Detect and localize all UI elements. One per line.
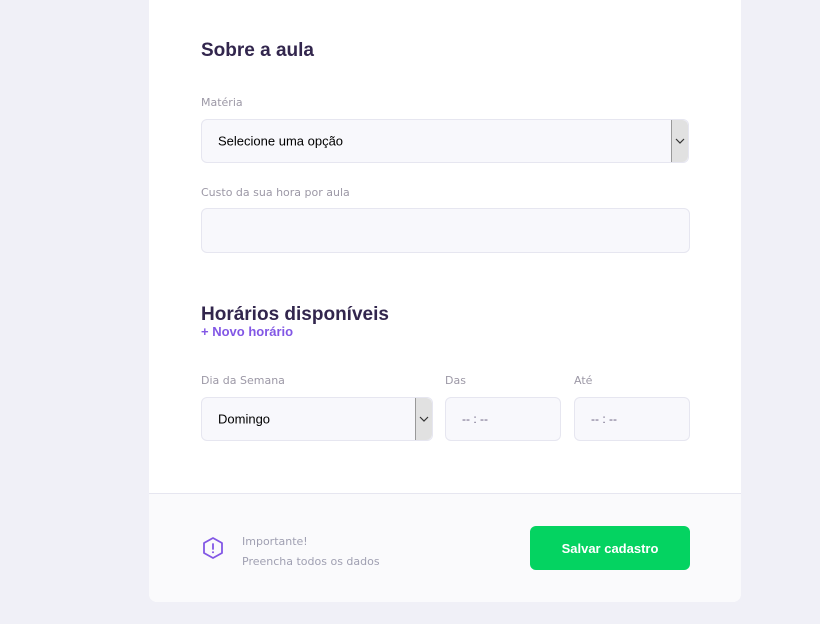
weekday-label: Dia da Semana [201,374,285,387]
save-button[interactable]: Salvar cadastro [530,526,690,570]
chevron-down-icon[interactable] [671,120,688,162]
to-time-value: -- : -- [591,412,617,426]
cost-input[interactable] [201,208,690,253]
warning-text: Preencha todos os dados [242,555,380,568]
form-card: Sobre a aula Matéria Selecione uma opção… [149,0,741,602]
from-time-input[interactable]: -- : -- [445,397,561,441]
chevron-down-icon[interactable] [415,398,432,440]
from-time-value: -- : -- [462,412,488,426]
subject-label: Matéria [201,96,243,109]
subject-select-value: Selecione uma opção [218,133,344,149]
section-title-schedule: Horários disponíveis [201,304,389,325]
warning-title: Importante! [242,535,308,548]
section-title-about: Sobre a aula [201,40,314,61]
to-label: Até [574,374,593,387]
warning-message: Importante! Preencha todos os dados [242,532,380,572]
from-label: Das [445,374,466,387]
subject-select[interactable]: Selecione uma opção [201,119,689,163]
new-schedule-link[interactable]: + Novo horário [201,324,293,339]
weekday-select[interactable]: Domingo [201,397,433,441]
warning-icon [203,537,223,559]
weekday-select-value: Domingo [218,411,271,427]
cost-label: Custo da sua hora por aula [201,186,350,199]
to-time-input[interactable]: -- : -- [574,397,690,441]
form-footer: Importante! Preencha todos os dados Salv… [149,493,741,602]
